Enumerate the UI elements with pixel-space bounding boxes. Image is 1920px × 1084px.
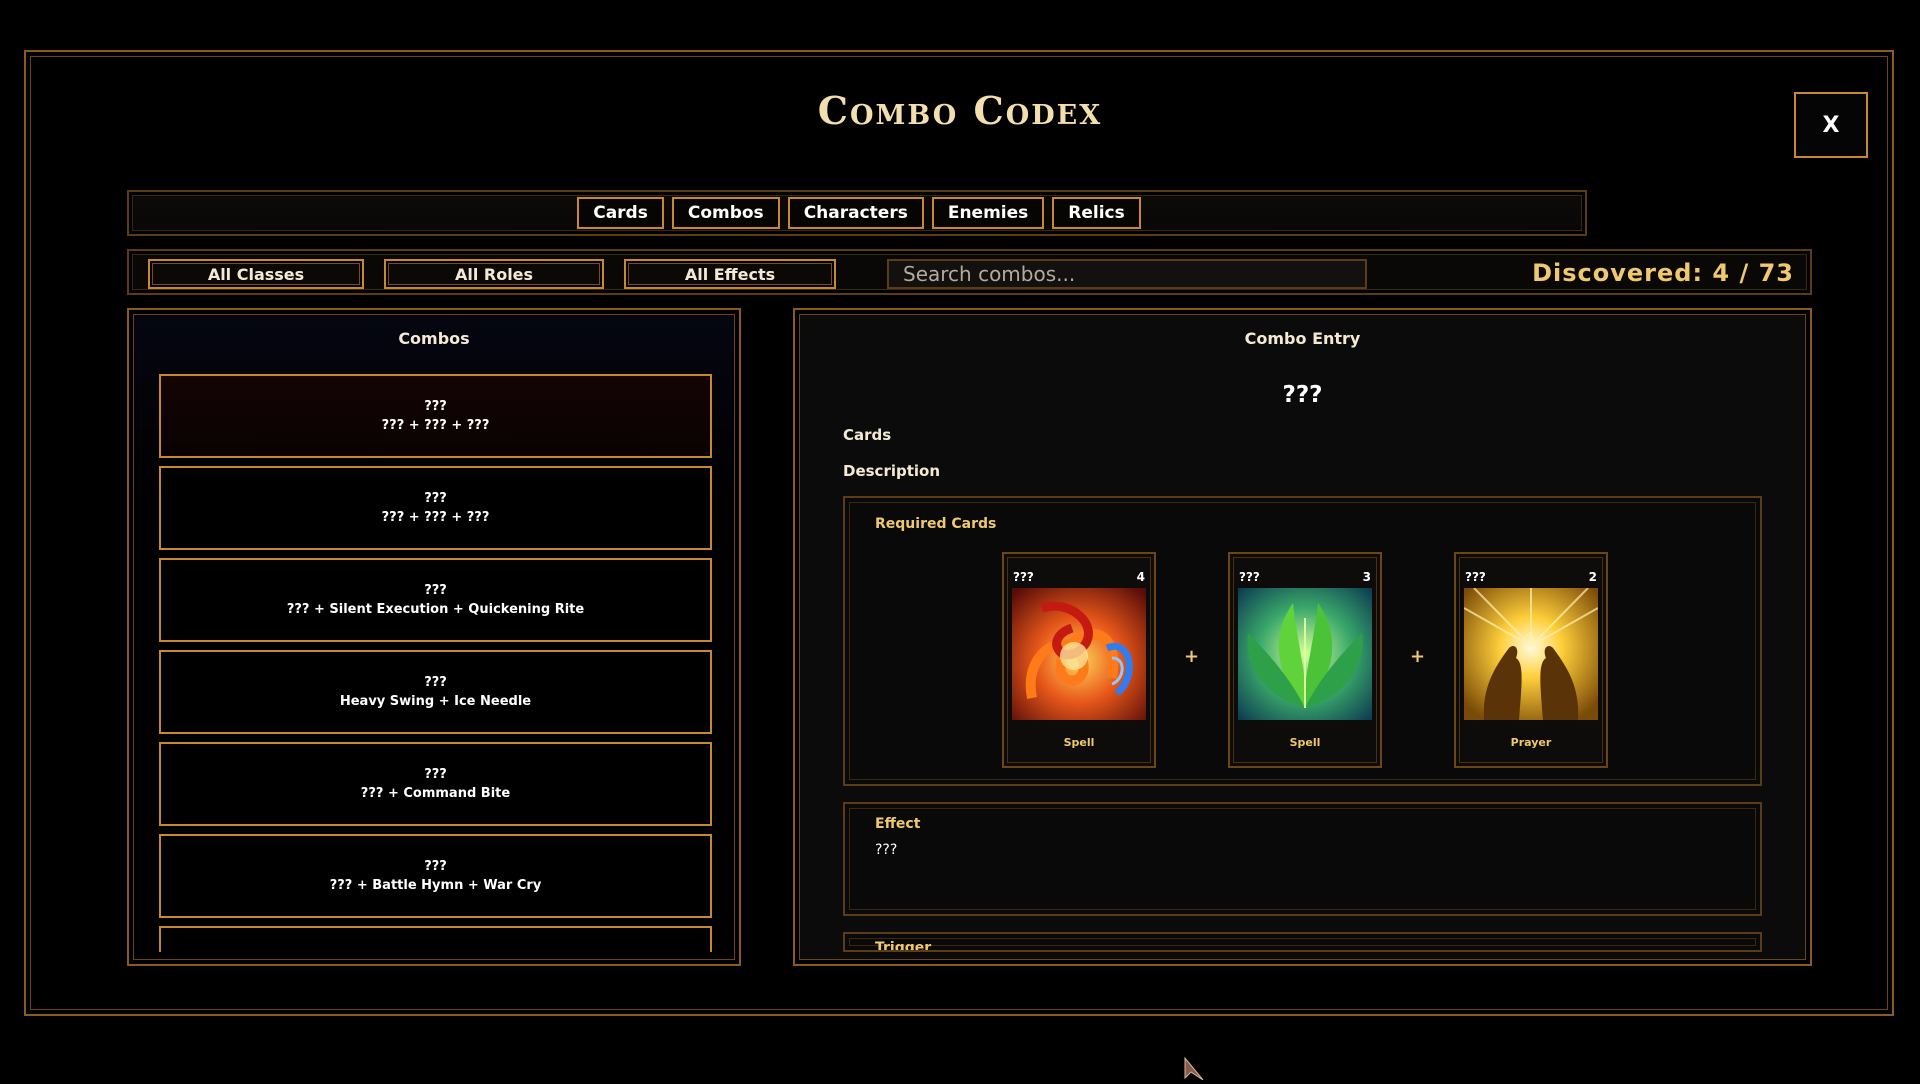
tab-characters[interactable]: Characters xyxy=(787,197,924,229)
card-name: ??? xyxy=(1239,570,1260,584)
combo-list-item[interactable]: ??? ??? + Battle Hymn + War Cry xyxy=(159,834,712,918)
close-button[interactable]: X xyxy=(1794,92,1868,158)
green-leaves-art xyxy=(1238,588,1372,720)
tab-bar: Cards Combos Characters Enemies Relics xyxy=(127,190,1587,236)
combo-cards: ??? + Command Bite xyxy=(360,786,511,801)
combo-cards: ??? + Battle Hymn + War Cry xyxy=(329,878,542,893)
discovered-count: Discovered: 4 / 73 xyxy=(1532,259,1794,287)
trigger-title: Trigger xyxy=(875,940,932,952)
combo-list[interactable]: ??? ??? + ??? + ??? ??? ??? + ??? + ??? … xyxy=(159,374,712,952)
effect-filter-dropdown[interactable]: All Effects xyxy=(624,259,836,289)
tab-cards[interactable]: Cards xyxy=(577,197,664,229)
combo-list-item[interactable]: ??? ??? + ??? + ??? xyxy=(159,374,712,458)
combo-list-item[interactable]: ??? ??? + ??? + ??? xyxy=(159,466,712,550)
search-input[interactable] xyxy=(887,259,1367,289)
card-cost: 4 xyxy=(1136,570,1145,584)
combo-entry-panel: Combo Entry ??? Cards Description Requir… xyxy=(793,308,1812,966)
tab-enemies[interactable]: Enemies xyxy=(931,197,1045,229)
required-cards-title: Required Cards xyxy=(875,516,997,532)
plus-sign: + xyxy=(1184,646,1200,667)
combo-list-item[interactable]: ??? ??? + Command Bite xyxy=(159,742,712,826)
combo-cards: ??? + ??? + ??? xyxy=(381,510,490,525)
combo-cards: ??? + ??? + ??? xyxy=(381,418,490,433)
class-filter-dropdown[interactable]: All Classes xyxy=(148,259,364,289)
required-card[interactable]: ??? 2 Prayer xyxy=(1454,552,1608,768)
combo-name: ??? xyxy=(424,491,447,506)
card-cost: 2 xyxy=(1588,570,1597,584)
cards-label: Cards xyxy=(843,426,892,444)
combo-name: ??? xyxy=(424,399,447,414)
combo-entry-heading: Combo Entry xyxy=(1244,329,1361,348)
card-type: Spell xyxy=(1063,736,1095,749)
effect-text: ??? xyxy=(875,842,898,858)
combo-cards: ??? + Silent Execution + Quickening Rite xyxy=(286,602,585,617)
description-label: Description xyxy=(843,462,941,480)
trigger-box: Trigger xyxy=(843,932,1762,952)
tab-combos[interactable]: Combos xyxy=(671,197,780,229)
card-name: ??? xyxy=(1013,570,1034,584)
required-cards-box: Required Cards ??? 4 Spell + ??? 3 Spell… xyxy=(843,496,1762,786)
effect-title: Effect xyxy=(875,816,921,832)
combos-heading: Combos xyxy=(398,329,470,348)
fire-swirl-art xyxy=(1012,588,1146,720)
combo-name: ??? xyxy=(424,583,447,598)
card-type: Prayer xyxy=(1510,736,1552,749)
combos-panel: Combos ??? ??? + ??? + ??? ??? ??? + ???… xyxy=(127,308,741,966)
effect-box: Effect ??? xyxy=(843,802,1762,916)
combo-entry-name: ??? xyxy=(1282,382,1323,408)
filter-bar: All Classes All Roles All Effects Discov… xyxy=(127,249,1812,295)
tab-relics[interactable]: Relics xyxy=(1052,197,1141,229)
combo-name: ??? xyxy=(424,859,447,874)
required-card[interactable]: ??? 3 Spell xyxy=(1228,552,1382,768)
combo-cards: Heavy Swing + Ice Needle xyxy=(339,694,532,709)
combo-list-item[interactable]: ??? Heavy Swing + Ice Needle xyxy=(159,650,712,734)
golden-light-hands-art xyxy=(1464,588,1598,720)
card-name: ??? xyxy=(1465,570,1486,584)
combo-list-item[interactable] xyxy=(159,926,712,952)
card-cost: 3 xyxy=(1362,570,1371,584)
required-card[interactable]: ??? 4 Spell xyxy=(1002,552,1156,768)
page-title: Combo Codex xyxy=(817,88,1103,133)
combo-list-item[interactable]: ??? ??? + Silent Execution + Quickening … xyxy=(159,558,712,642)
combo-name: ??? xyxy=(424,675,447,690)
role-filter-dropdown[interactable]: All Roles xyxy=(384,259,604,289)
plus-sign: + xyxy=(1410,646,1426,667)
combo-name: ??? xyxy=(424,767,447,782)
card-type: Spell xyxy=(1289,736,1321,749)
